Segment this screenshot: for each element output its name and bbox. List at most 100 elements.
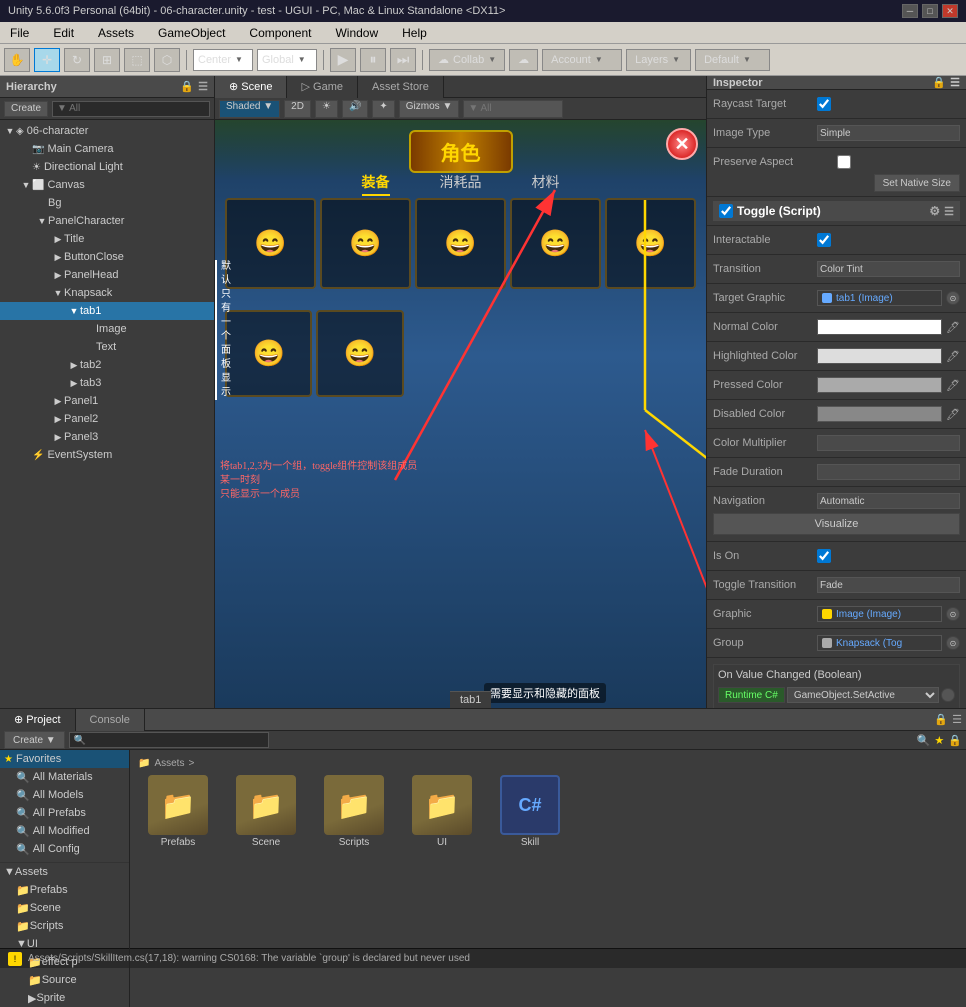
- asset-scripts-folder[interactable]: 📁 Scripts: [314, 775, 394, 848]
- collab-button[interactable]: ☁ Collab ▼: [429, 49, 505, 71]
- tree-item-panelhead[interactable]: ▶ PanelHead: [0, 266, 214, 284]
- toggle-transition-dropdown[interactable]: Fade: [817, 577, 960, 593]
- gizmos-button[interactable]: Gizmos ▼: [399, 100, 460, 118]
- rotate-tool[interactable]: ↻: [64, 48, 90, 72]
- assets-prefabs-item[interactable]: 📁 Prefabs: [0, 881, 129, 899]
- item-slot-2[interactable]: 😄: [320, 198, 411, 289]
- menu-gameobject[interactable]: GameObject: [152, 24, 231, 42]
- tab-game[interactable]: ▷ Game: [287, 76, 358, 98]
- normal-color-eyedropper[interactable]: 🖊: [946, 321, 960, 334]
- pause-button[interactable]: ⏸: [360, 48, 386, 72]
- bottom-menu-icon[interactable]: ☰: [952, 713, 962, 726]
- normal-color-picker[interactable]: [817, 319, 942, 335]
- move-tool[interactable]: ✛: [34, 48, 60, 72]
- all-config-item[interactable]: 🔍 All Config: [0, 840, 129, 858]
- assets-scripts-item[interactable]: 📁 Scripts: [0, 917, 129, 935]
- assets-source-item[interactable]: 📁 Source: [0, 971, 129, 989]
- center-dropdown[interactable]: Center ▼: [193, 49, 253, 71]
- assets-ui-item[interactable]: ▼ UI: [0, 935, 129, 953]
- group-field[interactable]: Knapsack (Tog: [817, 635, 942, 651]
- all-prefabs-item[interactable]: 🔍 All Prefabs: [0, 804, 129, 822]
- lighting-button[interactable]: ☀: [315, 100, 338, 118]
- group-picker[interactable]: ⊙: [946, 636, 960, 650]
- hierarchy-menu-icon[interactable]: ☰: [198, 80, 208, 93]
- tree-item-tab1[interactable]: ▼ tab1: [0, 302, 214, 320]
- visualize-button[interactable]: Visualize: [713, 513, 960, 535]
- all-materials-item[interactable]: 🔍 All Materials: [0, 768, 129, 786]
- tree-item-root[interactable]: ▼ ◈ 06-character: [0, 122, 214, 140]
- minimize-button[interactable]: ─: [902, 4, 918, 18]
- toggle-gear-icon[interactable]: ⚙: [929, 204, 940, 218]
- tree-item-tab2[interactable]: ▶ tab2: [0, 356, 214, 374]
- all-modified-item[interactable]: 🔍 All Modified: [0, 822, 129, 840]
- project-create-button[interactable]: Create ▼: [4, 731, 65, 749]
- tree-item-panel3[interactable]: ▶ Panel3: [0, 428, 214, 446]
- scene-view[interactable]: 角色 ✕ 装备 消耗品 材料 😄: [215, 120, 706, 708]
- all-models-item[interactable]: 🔍 All Models: [0, 786, 129, 804]
- tree-item-tab3[interactable]: ▶ tab3: [0, 374, 214, 392]
- step-button[interactable]: ⏭: [390, 48, 416, 72]
- bottom-lock-icon[interactable]: 🔒: [934, 713, 948, 726]
- hand-tool[interactable]: ✋: [4, 48, 30, 72]
- tree-item-image[interactable]: Image: [0, 320, 214, 338]
- graphic-picker[interactable]: ⊙: [946, 607, 960, 621]
- runtime-action-dropdown[interactable]: GameObject.SetActive: [787, 687, 939, 703]
- hierarchy-create-button[interactable]: Create: [4, 101, 48, 117]
- scene-search-input[interactable]: [463, 100, 563, 118]
- disabled-color-eyedropper[interactable]: 🖊: [946, 408, 960, 421]
- play-button[interactable]: ▶: [330, 48, 356, 72]
- item-slot-3[interactable]: 😄: [415, 198, 506, 289]
- pressed-color-eyedropper[interactable]: 🖊: [946, 379, 960, 392]
- navigation-dropdown[interactable]: Automatic: [817, 493, 960, 509]
- inspector-lock-icon[interactable]: 🔒: [932, 76, 946, 89]
- item-slot-4[interactable]: 😄: [510, 198, 601, 289]
- fade-duration-input[interactable]: 0.1: [817, 464, 960, 480]
- global-dropdown[interactable]: Global ▼: [257, 49, 317, 71]
- transform-tool[interactable]: ⬡: [154, 48, 180, 72]
- game-close-button[interactable]: ✕: [666, 128, 698, 160]
- transition-dropdown[interactable]: Color Tint: [817, 261, 960, 277]
- window-controls[interactable]: ─ □ ✕: [902, 4, 958, 18]
- cloud-button[interactable]: ☁: [509, 49, 538, 71]
- tree-item-directionallight[interactable]: ☀ Directional Light: [0, 158, 214, 176]
- tab-asset-store[interactable]: Asset Store: [358, 76, 444, 98]
- disabled-color-picker[interactable]: [817, 406, 942, 422]
- tab-console[interactable]: Console: [76, 709, 145, 731]
- runtime-c-button[interactable]: Runtime C#: [718, 687, 785, 703]
- highlighted-color-eyedropper[interactable]: 🖊: [946, 350, 960, 363]
- layers-button[interactable]: Layers ▼: [626, 49, 691, 71]
- item-slot-5[interactable]: 😄: [605, 198, 696, 289]
- star-icon[interactable]: ★: [934, 734, 944, 747]
- raycast-target-checkbox[interactable]: [817, 97, 831, 111]
- asset-ui-folder[interactable]: 📁 UI: [402, 775, 482, 848]
- assets-root-item[interactable]: ▼ Assets: [0, 863, 129, 881]
- item-slot-7[interactable]: 😄: [316, 310, 403, 397]
- scale-tool[interactable]: ⊞: [94, 48, 120, 72]
- project-search-input[interactable]: [69, 732, 269, 748]
- rect-tool[interactable]: ⬚: [124, 48, 150, 72]
- tree-item-buttonclose[interactable]: ▶ ButtonClose: [0, 248, 214, 266]
- tree-item-text[interactable]: Text: [0, 338, 214, 356]
- account-button[interactable]: Account ▼: [542, 49, 622, 71]
- tree-item-canvas[interactable]: ▼ ⬜ Canvas: [0, 176, 214, 194]
- menu-help[interactable]: Help: [396, 24, 433, 42]
- tree-item-maincamera[interactable]: 📷 Main Camera: [0, 140, 214, 158]
- image-type-dropdown[interactable]: Simple: [817, 125, 960, 141]
- color-multiplier-input[interactable]: 1: [817, 435, 960, 451]
- target-graphic-picker[interactable]: ⊙: [946, 291, 960, 305]
- target-graphic-field[interactable]: tab1 (Image): [817, 290, 942, 306]
- item-slot-1[interactable]: 😄: [225, 198, 316, 289]
- asset-skill-cs[interactable]: C# Skill: [490, 775, 570, 848]
- search-icon[interactable]: 🔍: [917, 734, 931, 747]
- tab-project[interactable]: ⊕ Project: [0, 709, 76, 731]
- item-slot-6[interactable]: 😄: [225, 310, 312, 397]
- pressed-color-picker[interactable]: [817, 377, 942, 393]
- set-native-size-button[interactable]: Set Native Size: [874, 174, 960, 192]
- favorites-folder[interactable]: ★ Favorites: [0, 750, 129, 768]
- 2d-button[interactable]: 2D: [284, 100, 311, 118]
- toggle-menu-icon[interactable]: ☰: [944, 205, 954, 218]
- default-button[interactable]: Default ▼: [695, 49, 770, 71]
- menu-window[interactable]: Window: [329, 24, 384, 42]
- game-tab-consumable[interactable]: 消耗品: [440, 172, 482, 196]
- graphic-field[interactable]: Image (Image): [817, 606, 942, 622]
